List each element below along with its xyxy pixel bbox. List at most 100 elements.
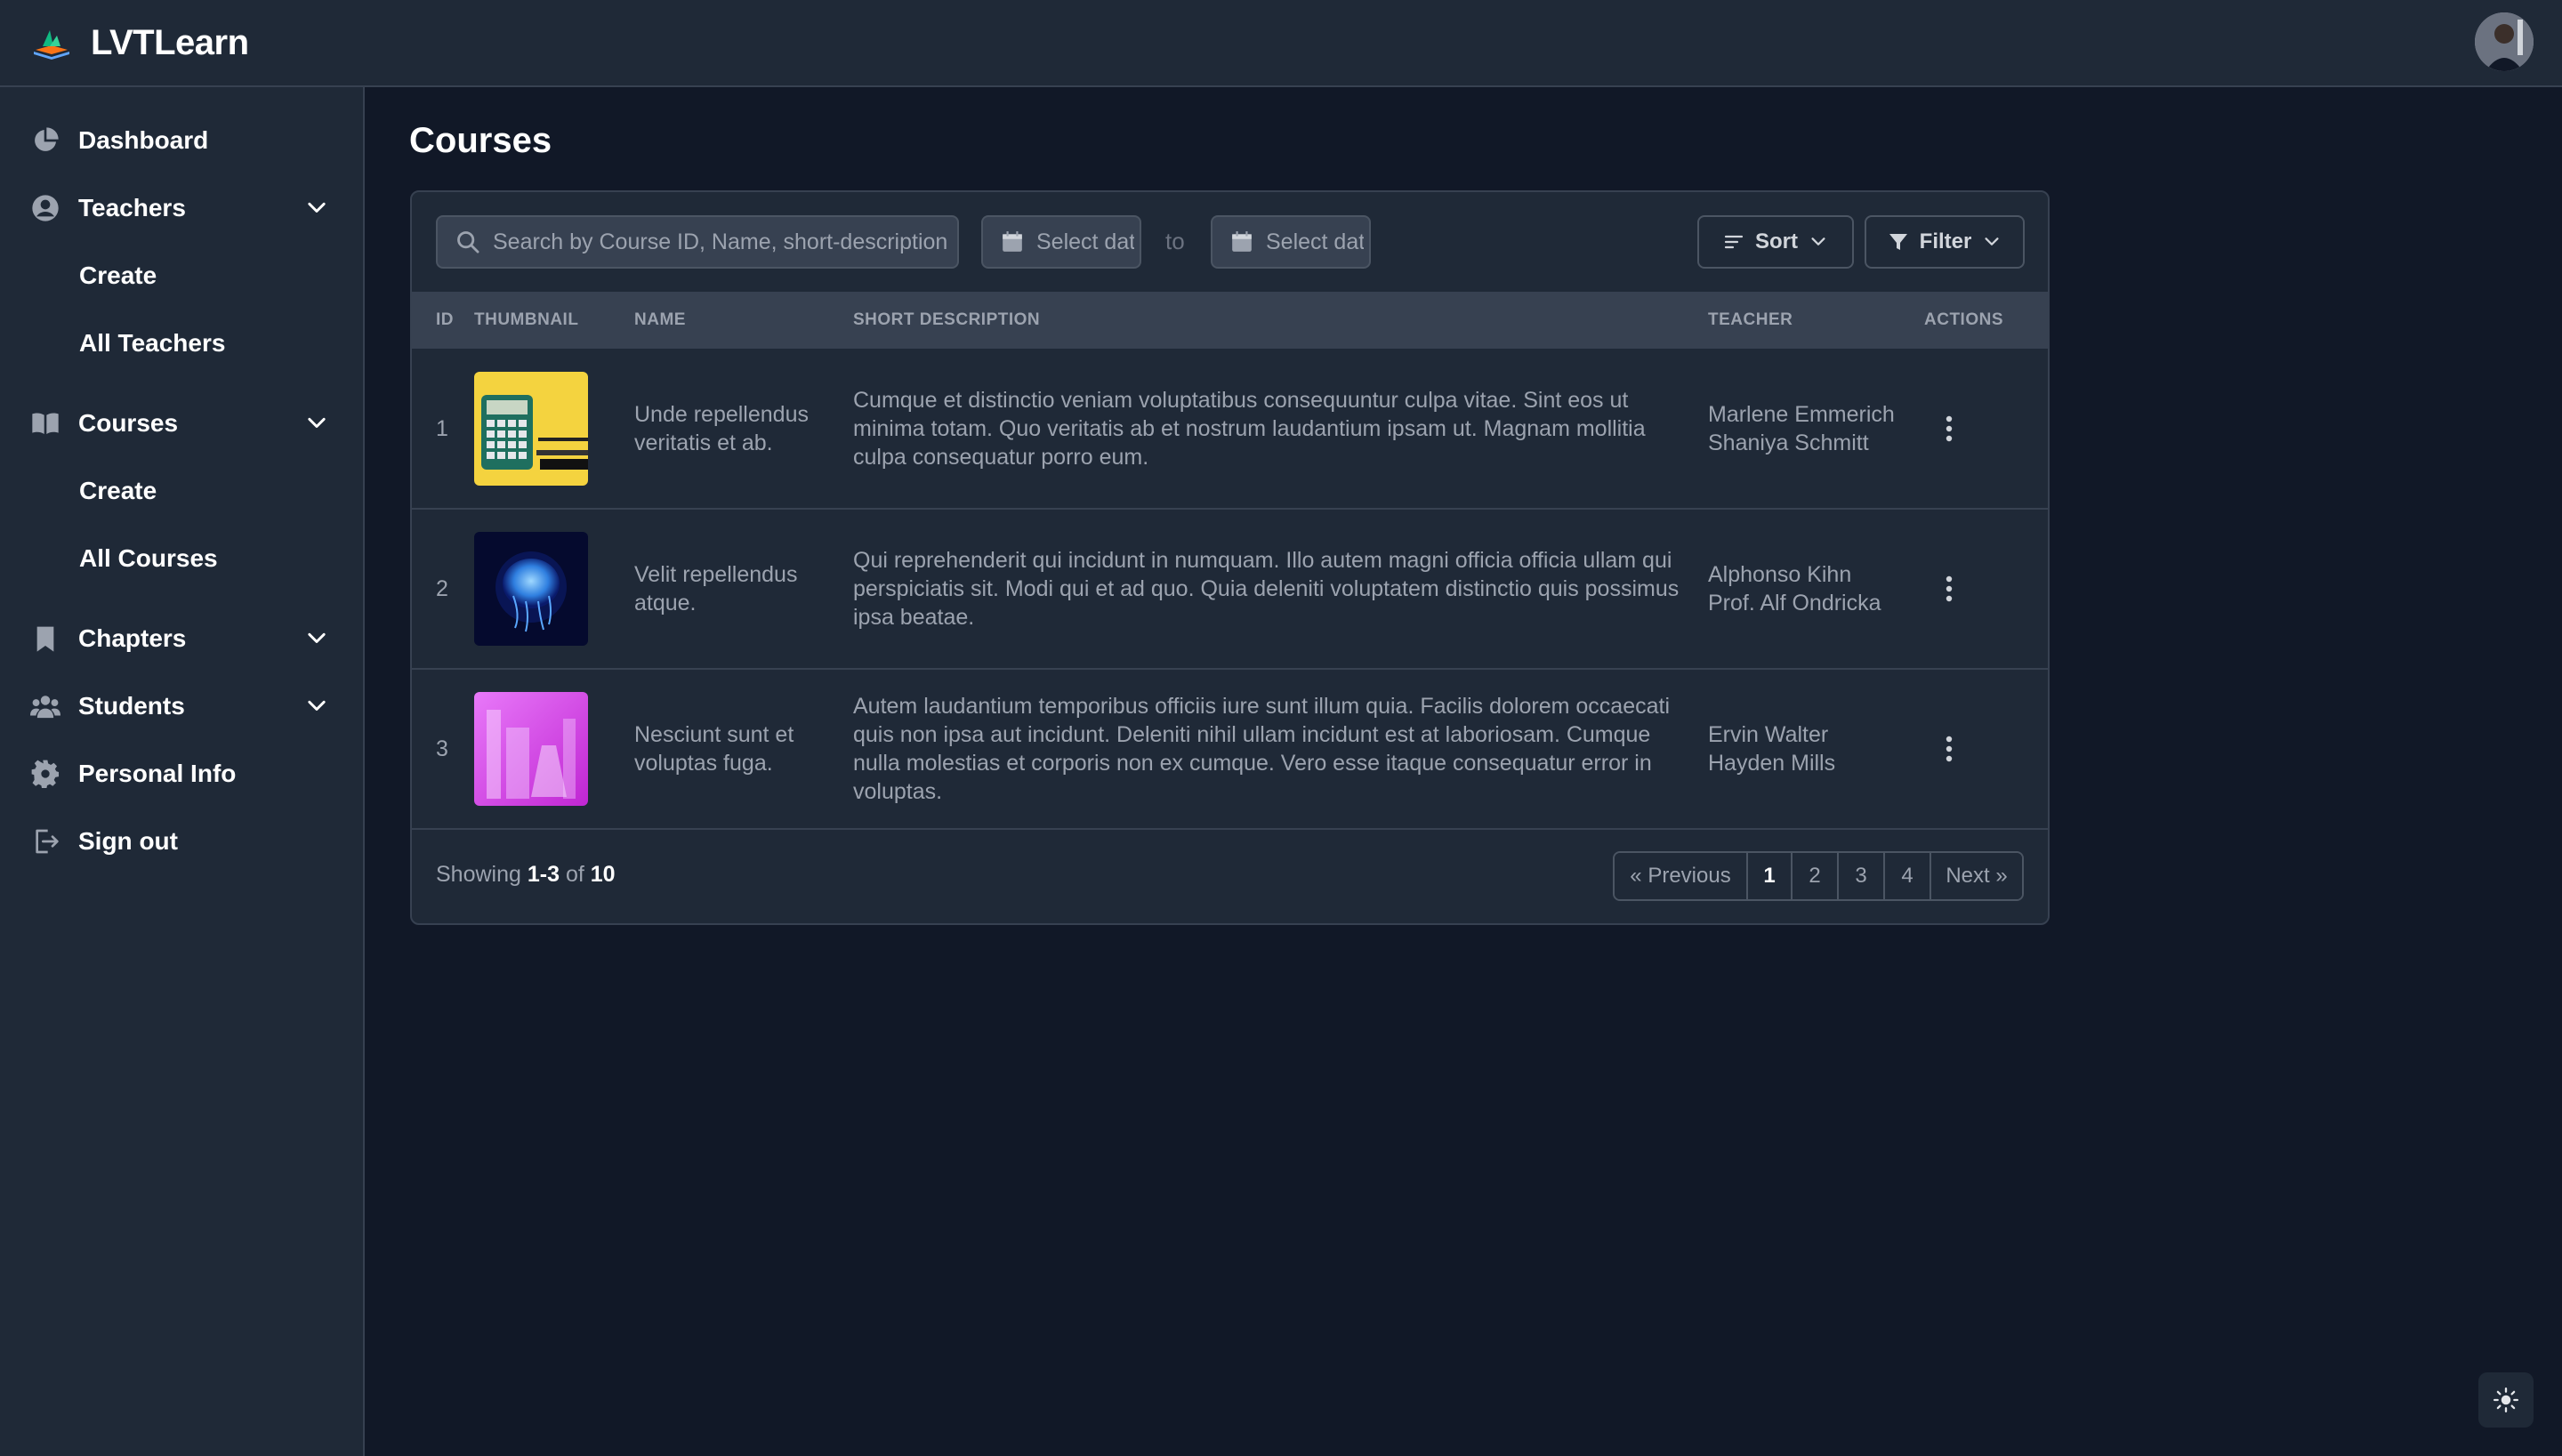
page-title: Courses (409, 121, 552, 160)
sidebar-item-label: Courses (78, 409, 179, 437)
course-description: Cumque et distinctio veniam voluptatibus… (853, 387, 1646, 470)
sidebar-subitem-create-course[interactable]: Create (0, 457, 363, 525)
row-id: 2 (436, 576, 448, 601)
theme-toggle-button[interactable] (2478, 1372, 2534, 1428)
actions-cell (1924, 509, 2048, 669)
calendar-icon (1232, 231, 1252, 252)
sort-lines-icon (1724, 235, 1744, 249)
teacher-name[interactable]: Ervin Walter (1708, 720, 1924, 749)
pagination-previous[interactable]: « Previous (1615, 853, 1746, 899)
search-box[interactable] (436, 215, 959, 269)
sidebar-item-teachers[interactable]: Teachers (0, 174, 363, 242)
teacher-name[interactable]: Shaniya Schmitt (1708, 429, 1924, 457)
gear-icon (30, 759, 60, 789)
column-header-name[interactable]: NAME (634, 292, 853, 349)
teacher-name[interactable]: Alphonso Kihn (1708, 560, 1924, 589)
course-description: Qui reprehenderit qui incidunt in numqua… (853, 548, 1680, 630)
brand[interactable]: LVTLearn (30, 23, 249, 63)
pagination-page-2[interactable]: 2 (1791, 853, 1837, 899)
sidebar-item-students[interactable]: Students (0, 672, 363, 740)
sidebar-item-chapters[interactable]: Chapters (0, 605, 363, 672)
chevron-down-icon[interactable] (304, 196, 329, 221)
pagination: « Previous 1 2 3 4 Next » (1613, 851, 2024, 901)
column-header-description[interactable]: SHORT DESCRIPTION (853, 292, 1708, 349)
calculator-thumbnail[interactable] (474, 371, 588, 486)
book-open-icon (30, 408, 60, 438)
column-header-thumbnail[interactable]: THUMBNAIL (474, 292, 634, 349)
course-name[interactable]: Nesciunt sunt et voluptas fuga. (634, 669, 853, 829)
thumbnail-cell (474, 669, 634, 829)
teacher-cell: Ervin Walter Hayden Mills (1708, 669, 1924, 829)
filter-icon (1889, 234, 1907, 250)
date-to-picker[interactable] (1211, 215, 1371, 269)
pagination-page-1[interactable]: 1 (1746, 853, 1791, 899)
chevron-down-icon (1811, 237, 1825, 245)
actions-cell (1924, 349, 2048, 509)
column-header-id[interactable]: ID (412, 292, 474, 349)
chevron-down-icon[interactable] (304, 694, 329, 719)
sidebar-item-courses[interactable]: Courses (0, 390, 363, 457)
bookmark-icon (30, 623, 60, 654)
app-name: LVTLearn (91, 22, 249, 62)
sidebar-item-sign-out[interactable]: Sign out (0, 808, 363, 875)
sidebar-item-label: Sign out (78, 827, 178, 855)
date-range-separator: to (1165, 228, 1185, 254)
sign-out-icon (30, 826, 60, 857)
row-id: 3 (436, 736, 448, 761)
filter-label: Filter (1919, 229, 1972, 253)
calendar-icon (1003, 231, 1022, 252)
chevron-down-icon[interactable] (304, 626, 329, 651)
date-to-input[interactable] (1266, 229, 1364, 255)
teacher-cell: Marlene Emmerich Shaniya Schmitt (1708, 349, 1924, 509)
row-id: 1 (436, 415, 448, 441)
row-actions-button[interactable] (1931, 411, 1967, 446)
actions-cell (1924, 669, 2048, 829)
sidebar-item-label: Students (78, 692, 185, 720)
sidebar-subitem-create-teacher[interactable]: Create (0, 242, 363, 310)
table-row[interactable]: 3 Nesciunt sunt et voluptas fuga. Autem … (412, 669, 2048, 829)
courses-table: ID THUMBNAIL NAME SHORT DESCRIPTION TEAC… (412, 292, 2048, 830)
sort-button[interactable]: Sort (1697, 215, 1854, 269)
pagination-next[interactable]: Next » (1930, 853, 2022, 899)
table-footer: Showing 1-3 of 10 « Previous 1 2 3 4 Nex… (412, 830, 2048, 923)
date-from-input[interactable] (1036, 229, 1134, 255)
teacher-name[interactable]: Prof. Alf Ondricka (1708, 589, 1924, 617)
pagination-page-3[interactable]: 3 (1837, 853, 1883, 899)
filter-button[interactable]: Filter (1865, 215, 2025, 269)
table-toolbar: to Sort Filter (412, 192, 2048, 292)
more-vertical-icon (1946, 415, 1953, 441)
chevron-down-icon[interactable] (304, 411, 329, 436)
course-description: Autem laudantium temporibus officiis iur… (853, 694, 1671, 804)
teacher-name[interactable]: Hayden Mills (1708, 749, 1924, 777)
teacher-cell: Alphonso Kihn Prof. Alf Ondricka (1708, 509, 1924, 669)
thumbnail-cell (474, 509, 634, 669)
lab-glassware-thumbnail[interactable] (474, 692, 588, 806)
chevron-down-icon (1985, 237, 1999, 245)
teacher-name[interactable]: Marlene Emmerich (1708, 400, 1924, 429)
logo-icon (34, 30, 69, 60)
users-icon (30, 691, 60, 721)
sidebar-subitem-all-courses[interactable]: All Courses (0, 525, 363, 592)
column-header-actions: ACTIONS (1924, 310, 2003, 329)
pie-chart-icon (30, 125, 60, 156)
row-actions-button[interactable] (1931, 731, 1967, 767)
table-row[interactable]: 1 Unde repellendus veritatis et ab. Cumq… (412, 349, 2048, 509)
column-header-teacher[interactable]: TEACHER (1708, 292, 1924, 349)
date-from-picker[interactable] (981, 215, 1141, 269)
sidebar-subitem-all-teachers[interactable]: All Teachers (0, 310, 363, 377)
row-actions-button[interactable] (1931, 571, 1967, 607)
table-row[interactable]: 2 Velit repellendus atque. Qui reprehend… (412, 509, 2048, 669)
sidebar-item-label: Teachers (78, 194, 186, 221)
pagination-summary: Showing 1-3 of 10 (436, 862, 616, 888)
sidebar-item-personal-info[interactable]: Personal Info (0, 740, 363, 808)
course-name[interactable]: Velit repellendus atque. (634, 509, 853, 669)
sidebar-item-dashboard[interactable]: Dashboard (0, 107, 363, 174)
pagination-page-4[interactable]: 4 (1883, 853, 1930, 899)
sun-icon (2494, 1388, 2518, 1412)
sort-label: Sort (1755, 229, 1798, 253)
showing-of: of (565, 862, 584, 887)
course-name[interactable]: Unde repellendus veritatis et ab. (634, 349, 853, 509)
jellyfish-thumbnail[interactable] (474, 532, 588, 646)
avatar[interactable] (2475, 12, 2534, 71)
search-input[interactable] (493, 229, 955, 255)
